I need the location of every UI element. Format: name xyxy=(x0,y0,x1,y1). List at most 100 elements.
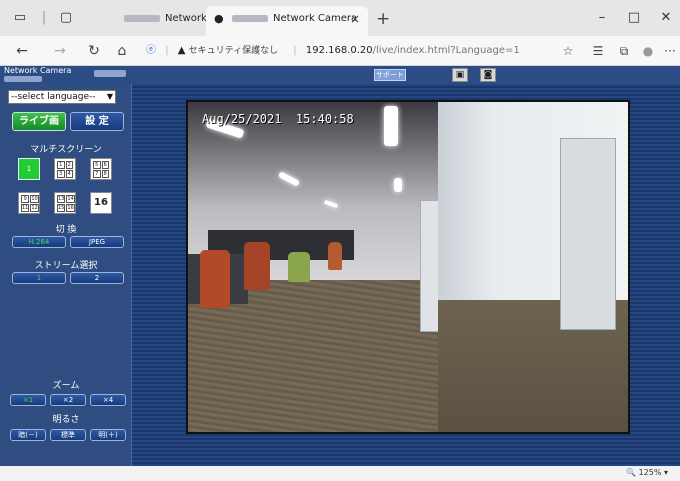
zoom-x4-button[interactable]: ×4 xyxy=(90,394,126,406)
cell: 14 xyxy=(66,195,75,203)
cell: 12 xyxy=(30,204,39,212)
video-timestamp-osd: Aug/25/2021 15:40:58 xyxy=(202,112,354,126)
close-tab-icon[interactable]: × xyxy=(350,6,360,32)
live-view-button[interactable]: ライブ画 xyxy=(12,112,66,131)
collections-icon[interactable]: ⧉ xyxy=(614,41,634,61)
jpeg-button[interactable]: JPEG xyxy=(70,236,124,248)
brand: Network Camera xyxy=(4,66,71,84)
multiscreen-title: マルチスクリーン xyxy=(30,145,102,155)
more-icon[interactable]: ··· xyxy=(660,41,680,61)
setup-button[interactable]: 設 定 xyxy=(70,112,124,131)
orange-chair xyxy=(200,250,230,308)
model-redacted-2 xyxy=(94,70,126,77)
stream-title: ストリーム選択 xyxy=(34,261,98,271)
cell: 10 xyxy=(30,195,39,203)
tab-title: Network Camera xyxy=(273,13,358,24)
maximize-icon[interactable]: □ xyxy=(622,6,646,30)
cell: 11 xyxy=(21,204,30,212)
security-label: セキュリティ保護なし xyxy=(188,46,279,56)
cell: 16 xyxy=(66,204,75,212)
url-path: /live/index.html?Language=1 xyxy=(372,45,520,56)
zoom-level: 125% xyxy=(638,468,662,477)
orange-chair xyxy=(244,242,270,290)
brightness-darker-button[interactable]: 暗(－) xyxy=(10,429,46,441)
favorite-add-icon[interactable]: ☆ xyxy=(558,41,578,61)
green-chair xyxy=(288,252,310,282)
tab-network-camera-2[interactable]: ● Network Camera × xyxy=(206,6,368,36)
multiscreen-1-4-button[interactable]: 12 34 xyxy=(54,158,76,180)
h264-button[interactable]: H.264 xyxy=(12,236,66,248)
multiscreen-16-button[interactable]: 16 xyxy=(90,192,112,214)
divider: | xyxy=(165,45,169,56)
full-screen-icon[interactable]: ▣ xyxy=(452,68,468,82)
page-icon: ▢ xyxy=(59,10,73,25)
home-icon[interactable]: ⌂ xyxy=(112,41,132,61)
browser-tab-bar: ▭ | ▢ Network Camera × ● Network Camera … xyxy=(0,0,680,36)
profile-icon[interactable]: ● xyxy=(638,41,658,61)
switch-title: 切 換 xyxy=(55,225,77,235)
cell: 9 xyxy=(21,195,30,203)
right-wall xyxy=(438,102,628,432)
support-button[interactable]: サポート xyxy=(374,69,406,81)
cell: 8 xyxy=(101,170,109,178)
orange-chair xyxy=(328,242,342,270)
cell: 6 xyxy=(101,161,109,169)
cell: 15 xyxy=(57,204,66,212)
tab-title-redacted xyxy=(232,14,268,22)
tab-network-camera-1[interactable]: Network Camera × xyxy=(98,6,249,36)
zoom-x1-button[interactable]: ×1 xyxy=(10,394,46,406)
browser-status-bar: 🔍 125% ▾ xyxy=(0,466,680,481)
zoom-title: ズーム xyxy=(52,381,80,391)
site-info-icon[interactable]: ⓔ xyxy=(146,45,156,56)
multiscreen-13-16-button[interactable]: 13 14 15 16 xyxy=(54,192,76,214)
zoom-icon: 🔍 xyxy=(626,468,637,477)
stream-2-button[interactable]: 2 xyxy=(70,272,124,284)
close-window-icon[interactable]: ✕ xyxy=(654,6,678,30)
reload-icon[interactable]: ↻ xyxy=(84,41,104,61)
brand-name: Network Camera xyxy=(4,66,72,75)
brightness-brighter-button[interactable]: 明(＋) xyxy=(90,429,126,441)
tab-divider: | xyxy=(41,10,47,25)
cell: 7 xyxy=(93,170,101,178)
cell: 2 xyxy=(65,161,73,169)
model-redacted xyxy=(4,76,42,82)
browser-address-bar: ← → ↻ ⌂ ⓔ | ▲ セキュリティ保護なし | 192.168.0.20/… xyxy=(0,36,680,66)
forward-icon[interactable]: → xyxy=(50,41,70,61)
cell: 13 xyxy=(57,195,66,203)
chevron-down-icon: ▾ xyxy=(663,468,668,477)
multiscreen-9-12-button[interactable]: 9 10 11 12 xyxy=(18,192,40,214)
snapshot-camera-icon[interactable]: ◙ xyxy=(480,68,496,82)
new-tab-icon[interactable]: + xyxy=(376,6,390,32)
language-select-value: --select language-- xyxy=(11,92,96,102)
tab-title-redacted xyxy=(124,14,160,22)
window-menu-icon[interactable]: ▭ xyxy=(10,8,30,28)
ceiling-light xyxy=(384,106,398,146)
ceiling-light xyxy=(394,178,402,192)
url-field[interactable]: ⓔ | ▲ セキュリティ保護なし | 192.168.0.20/live/ind… xyxy=(146,42,556,60)
warning-icon: ▲ xyxy=(177,45,186,56)
edge-icon: ● xyxy=(214,12,224,25)
multiscreen-5-8-button[interactable]: 56 78 xyxy=(90,158,112,180)
camera-header: Network Camera サポート ▣ ◙ xyxy=(0,66,680,84)
language-select[interactable]: --select language-- ▼ xyxy=(8,90,116,104)
zoom-x2-button[interactable]: ×2 xyxy=(50,394,86,406)
cell: 3 xyxy=(57,170,65,178)
chevron-down-icon: ▼ xyxy=(106,92,113,101)
door xyxy=(560,138,616,330)
zoom-indicator[interactable]: 🔍 125% ▾ xyxy=(626,468,668,477)
control-sidebar: --select language-- ▼ ライブ画 設 定 マルチスクリーン … xyxy=(0,84,132,466)
divider: | xyxy=(293,45,297,56)
cell: 4 xyxy=(65,170,73,178)
multiscreen-1-button[interactable]: 1 xyxy=(18,158,40,180)
back-icon[interactable]: ← xyxy=(12,41,32,61)
url-host: 192.168.0.20 xyxy=(305,45,373,56)
stream-1-button[interactable]: 1 xyxy=(12,272,66,284)
live-video-view[interactable]: Aug/25/2021 15:40:58 xyxy=(186,100,630,434)
favorites-icon[interactable]: ☰ xyxy=(588,41,608,61)
brightness-title: 明るさ xyxy=(52,415,80,425)
brightness-normal-button[interactable]: 標準 xyxy=(50,429,86,441)
minimize-icon[interactable]: – xyxy=(590,6,614,30)
cell: 5 xyxy=(93,161,101,169)
cell: 1 xyxy=(57,161,65,169)
camera-page: Network Camera サポート ▣ ◙ --select languag… xyxy=(0,66,680,466)
